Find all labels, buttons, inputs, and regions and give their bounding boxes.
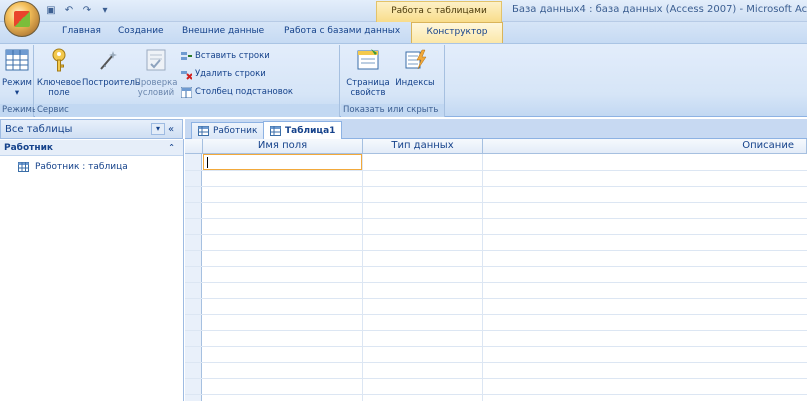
nav-group-title: Работник xyxy=(4,143,53,153)
indexes-button[interactable]: Индексы xyxy=(395,47,435,88)
doc-tab-table1[interactable]: Таблица1 xyxy=(263,121,343,139)
grid-row-line xyxy=(185,170,807,171)
key-field-label: Ключевое поле xyxy=(36,78,82,98)
builder-button[interactable]: Построитель xyxy=(82,47,140,88)
insert-rows-button[interactable]: Вставить строки xyxy=(181,49,270,63)
undo-icon[interactable]: ↶ xyxy=(62,4,76,17)
active-field-name-cell[interactable] xyxy=(203,154,362,170)
redo-icon[interactable]: ↷ xyxy=(80,4,94,17)
indexes-icon xyxy=(405,49,427,70)
indexes-label: Индексы xyxy=(395,78,435,88)
builder-wand-icon xyxy=(100,51,117,70)
insert-rows-label: Вставить строки xyxy=(195,51,270,61)
delete-rows-label: Удалить строки xyxy=(195,69,266,79)
office-button[interactable] xyxy=(4,1,40,37)
group-label-modes: Режимы xyxy=(0,104,39,117)
column-header-description[interactable]: Описание xyxy=(483,139,807,154)
save-icon[interactable]: ▣ xyxy=(44,4,58,17)
office-logo-icon xyxy=(14,11,30,27)
window-title: База данных4 : база данных (Access 2007)… xyxy=(512,4,807,15)
property-sheet-button[interactable]: Страница свойств xyxy=(343,47,393,98)
column-header-data-type[interactable]: Тип данных xyxy=(363,139,483,154)
collapse-pane-icon[interactable]: « xyxy=(168,124,180,135)
tab-design[interactable]: Конструктор xyxy=(411,22,503,43)
key-field-button[interactable]: Ключевое поле xyxy=(36,47,82,98)
group-modes: Режим ▾ Режимы xyxy=(0,45,39,117)
validate-icon xyxy=(146,49,166,71)
lookup-column-button[interactable]: Столбец подстановок xyxy=(181,85,293,99)
nav-group-header[interactable]: Работник ⌃ xyxy=(0,140,183,156)
text-caret xyxy=(207,157,208,168)
table-design-grid: Имя поля Тип данных Описание xyxy=(185,139,807,401)
nav-item-table[interactable]: Работник : таблица xyxy=(0,158,183,176)
doc-tab-label: Таблица1 xyxy=(285,125,336,136)
grid-row-line xyxy=(185,330,807,331)
grid-row-line xyxy=(185,394,807,395)
delete-rows-icon xyxy=(181,70,192,80)
lookup-column-icon xyxy=(181,86,192,98)
document-tab-bar: Работник Таблица1 xyxy=(185,119,807,139)
column-divider xyxy=(362,154,363,401)
validate-label: Проверка условий xyxy=(134,78,178,98)
contextual-tab-header: Работа с таблицами xyxy=(376,1,502,22)
grid-row-line xyxy=(185,362,807,363)
grid-row-line xyxy=(185,314,807,315)
tab-home[interactable]: Главная xyxy=(62,26,101,36)
property-sheet-icon xyxy=(357,49,379,70)
table-icon xyxy=(270,125,281,136)
tab-database-tools[interactable]: Работа с базами данных xyxy=(284,26,400,36)
column-header-field-name[interactable]: Имя поля xyxy=(203,139,363,154)
nav-pane-header[interactable]: Все таблицы ▾ « xyxy=(0,119,183,139)
property-sheet-label: Страница свойств xyxy=(346,78,390,98)
ribbon: Режим ▾ Режимы Ключевое поле Построитель… xyxy=(0,43,807,117)
grid-row-line xyxy=(185,266,807,267)
doc-tab-rabotnik[interactable]: Работник xyxy=(191,122,265,139)
grid-row-line xyxy=(185,250,807,251)
nav-item-label: Работник : таблица xyxy=(35,162,128,172)
grid-row-line xyxy=(185,378,807,379)
select-all-corner[interactable] xyxy=(185,139,203,154)
group-service: Ключевое поле Построитель Проверка услов… xyxy=(35,45,340,117)
group-label-show-hide: Показать или скрыть xyxy=(341,104,444,117)
grid-row-line xyxy=(185,282,807,283)
key-icon xyxy=(52,48,66,72)
mode-button[interactable]: Режим ▾ xyxy=(1,47,33,98)
grid-row-line xyxy=(185,298,807,299)
navigation-pane xyxy=(0,139,184,401)
tab-create[interactable]: Создание xyxy=(118,26,164,36)
grid-row-line xyxy=(185,218,807,219)
column-divider xyxy=(482,154,483,401)
nav-pane-title: Все таблицы xyxy=(5,123,73,135)
table-icon xyxy=(18,162,29,172)
customize-qat-icon[interactable]: ▾ xyxy=(98,4,112,17)
grid-row-line xyxy=(185,346,807,347)
ribbon-tab-row: Главная Создание Внешние данные Работа с… xyxy=(0,22,807,43)
table-view-icon xyxy=(5,49,29,71)
dropdown-arrow-icon: ▾ xyxy=(14,88,20,98)
delete-rows-button[interactable]: Удалить строки xyxy=(181,67,266,81)
nav-dropdown-icon[interactable]: ▾ xyxy=(151,123,165,135)
lookup-column-label: Столбец подстановок xyxy=(195,87,294,97)
doc-tab-label: Работник xyxy=(213,126,258,136)
insert-rows-icon xyxy=(181,51,192,60)
tab-external-data[interactable]: Внешние данные xyxy=(182,26,264,36)
validate-button[interactable]: Проверка условий xyxy=(134,47,178,98)
grid-row-line xyxy=(185,186,807,187)
mode-label: Режим xyxy=(2,78,32,88)
group-label-service: Сервис xyxy=(35,104,339,117)
group-show-hide: Страница свойств Индексы Показать или ск… xyxy=(341,45,445,117)
grid-row-line xyxy=(185,202,807,203)
builder-label: Построитель xyxy=(82,78,140,88)
table-icon xyxy=(198,126,209,136)
quick-access-toolbar: ▣ ↶ ↷ ▾ xyxy=(44,3,112,17)
chevron-up-icon[interactable]: ⌃ xyxy=(168,140,175,156)
grid-row-line xyxy=(185,234,807,235)
